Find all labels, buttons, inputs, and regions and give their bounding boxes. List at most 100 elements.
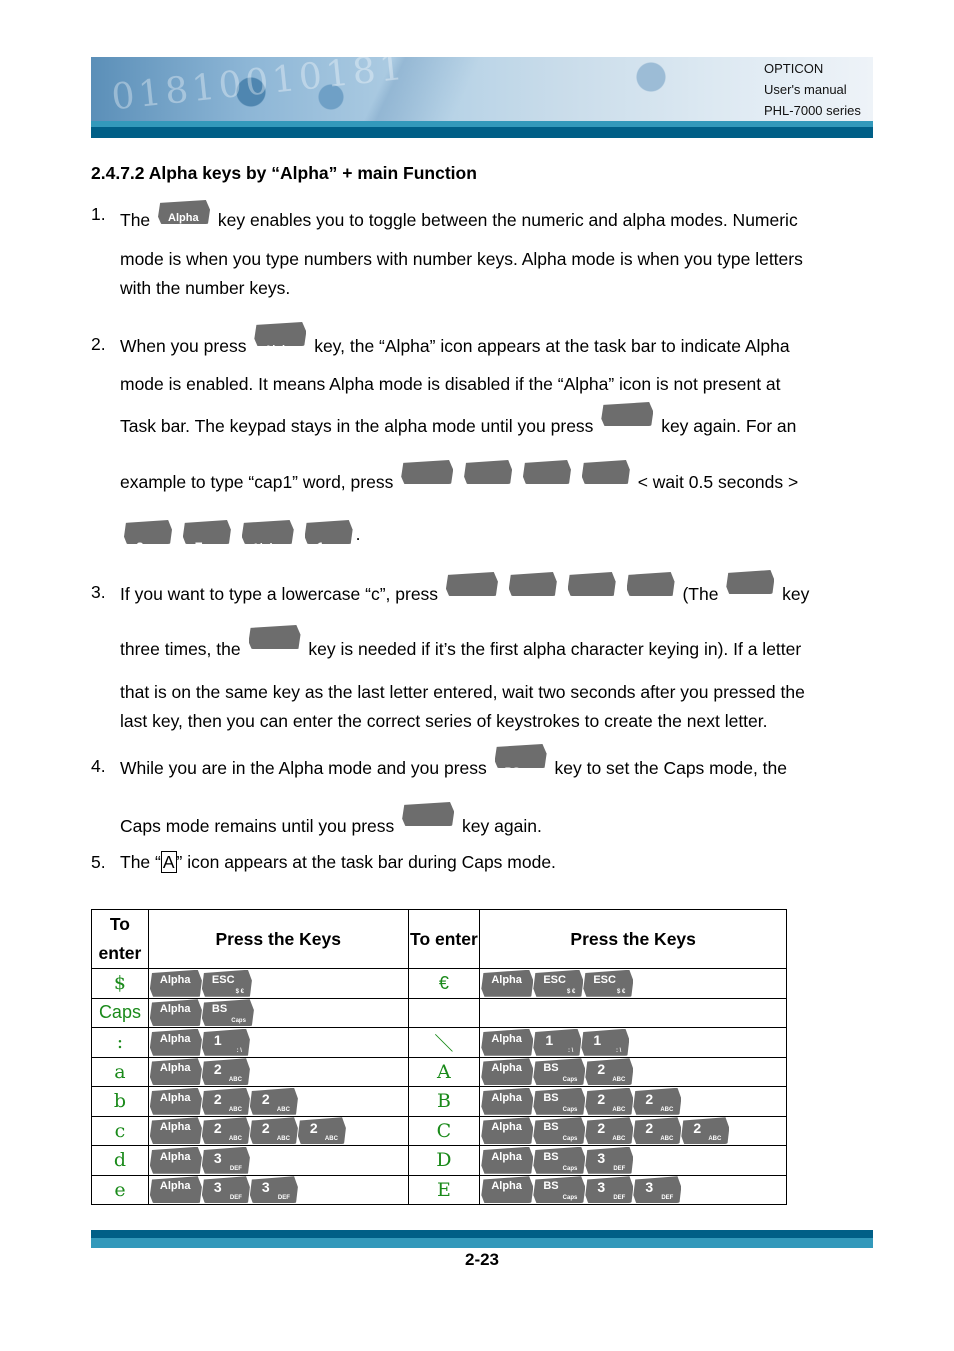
- key-label: ESC: [543, 973, 566, 986]
- key-label: 7: [194, 539, 203, 555]
- key-sequence-cell: Alpha ESC $ € ESC $ €: [479, 968, 787, 999]
- item-number: 2.: [91, 334, 106, 354]
- key-label: 1: [593, 1031, 602, 1048]
- key-label: Alpha: [491, 1180, 522, 1193]
- key-sublabel: ABC: [228, 1136, 242, 1143]
- key-2-icon: 2 ABC: [464, 460, 513, 484]
- header-company: OPTICON: [764, 61, 824, 76]
- list-item-4: 4. While you are in the Alpha mode and y…: [91, 744, 881, 850]
- key-label: 2: [309, 1120, 318, 1137]
- footer-stripe-dark: [91, 1230, 873, 1238]
- key-label: BS: [543, 1180, 559, 1193]
- key-sequence-cell: Alpha 2 ABC 2 ABC: [147, 1086, 409, 1117]
- bs-caps-key-icon: BS Caps: [533, 1087, 586, 1115]
- key-sublabel: DEF: [661, 1195, 674, 1202]
- alpha-key-icon: Alpha: [149, 1117, 202, 1145]
- to-enter-cell: d: [91, 1145, 149, 1176]
- key-sublabel: Caps: [562, 1195, 578, 1202]
- key-label: Alpha: [168, 212, 199, 224]
- alpha-key-icon: Alpha: [481, 1146, 534, 1174]
- to-enter-cell: E: [407, 1174, 481, 1205]
- key-2-icon: 2 ABC: [581, 460, 630, 484]
- key-label: 2: [261, 1120, 270, 1137]
- key-2-icon: 2 ABC: [522, 460, 571, 484]
- key-label: BS: [543, 1121, 559, 1134]
- key-2-icon: 2 ABC: [249, 1087, 298, 1115]
- item-text: key to set the Caps mode, the: [554, 758, 788, 778]
- key-sublabel: : \: [615, 1047, 622, 1054]
- key-label: 2: [261, 1090, 270, 1107]
- header-series: PHL-7000 series: [764, 103, 861, 118]
- table-row: Caps Alpha BS Caps: [91, 997, 787, 1028]
- key-sublabel: : \: [567, 1047, 574, 1054]
- key-label: Alpha: [159, 1121, 191, 1134]
- item-text: three times, the: [120, 639, 241, 659]
- key-sequence-cell: [479, 997, 787, 1028]
- item-text: key again. For an: [661, 416, 797, 436]
- bs-caps-key-icon: BS Caps: [533, 1146, 586, 1174]
- to-enter-cell: Caps: [91, 997, 149, 1028]
- key-1-icon: 1: \: [304, 520, 353, 544]
- to-enter-cell: A: [407, 1056, 481, 1087]
- key-label: 3: [645, 1179, 654, 1196]
- to-enter-cell: a: [91, 1056, 149, 1087]
- to-enter-cell: ＼: [407, 1027, 481, 1058]
- key-label: Alpha: [159, 1150, 191, 1163]
- key-3-icon: 3 DEF: [633, 1176, 682, 1204]
- item-number: 4.: [91, 756, 106, 776]
- key-sublabel: DEF: [229, 1195, 242, 1202]
- key-7-icon: 7 PQRS: [182, 520, 231, 544]
- alpha-key-icon: Alpha: [481, 1087, 534, 1115]
- alpha-key-icon: Alpha: [149, 1028, 202, 1056]
- key-2-icon: 2 ABC: [726, 570, 775, 594]
- key-label: 3: [213, 1149, 222, 1166]
- key-sublabel: DEF: [277, 1195, 290, 1202]
- item-text: key, the “Alpha” icon appears at the tas…: [314, 336, 790, 356]
- item-text: key enables you to toggle between the nu…: [217, 210, 798, 230]
- key-sequence-cell: Alpha 3 DEF: [147, 1145, 409, 1176]
- header-text: OPTICON User's manual PHL-7000 series: [764, 58, 861, 121]
- key-label: Alpha: [491, 973, 522, 986]
- key-sublabel: Caps: [562, 1106, 578, 1113]
- key-2-icon: 2 ABC: [201, 1117, 250, 1145]
- key-2-icon: 2 ABC: [297, 1117, 346, 1145]
- key-sequence-cell: Alpha BS Caps 2 ABC: [479, 1056, 787, 1087]
- key-label: 2: [645, 1120, 654, 1137]
- key-label: Alpha: [491, 1032, 522, 1045]
- item-text: If you want to type a lowercase “c”, pre…: [120, 584, 439, 604]
- alpha-key-icon: Alpha: [241, 520, 294, 544]
- key-sublabel: Caps: [562, 1165, 578, 1172]
- key-label: Alpha: [491, 1121, 522, 1134]
- to-enter-cell: c: [91, 1115, 149, 1146]
- page-number: 2-23: [464, 1250, 500, 1269]
- key-label: Alpha: [159, 973, 191, 986]
- key-sequence-cell: Alpha 2 ABC 2 ABC 2 ABC: [147, 1115, 409, 1146]
- key-label: Alpha: [491, 1091, 522, 1104]
- item-text: key: [782, 584, 810, 604]
- item-number: 1.: [91, 204, 106, 224]
- key-2-icon: 2 ABC: [633, 1117, 682, 1145]
- item-text: .: [355, 524, 361, 544]
- key-1-icon: 1: \: [201, 1028, 250, 1056]
- alpha-key-icon: Alpha: [481, 969, 534, 997]
- to-enter-cell: D: [407, 1145, 481, 1176]
- key-label: 2: [213, 1120, 222, 1137]
- instruction-list: 1. The Alpha key enables you to toggle b…: [91, 200, 881, 877]
- alpha-key-icon: Alpha: [248, 625, 301, 649]
- item-text: (The: [682, 584, 719, 604]
- item-text: example to type “cap1” word, press: [120, 472, 394, 492]
- key-label: BS: [504, 766, 520, 778]
- key-sublabel: DEF: [613, 1195, 626, 1202]
- table-row: : Alpha 1: \ ＼ Alpha 1: \ 1: \: [91, 1027, 787, 1058]
- list-item-2: 2. When you press Alpha key, the “Alpha”…: [91, 322, 881, 558]
- key-2-icon: 2 ABC: [585, 1058, 634, 1086]
- key-sequence-cell: Alpha BS Caps 2 ABC 2 ABC 2 ABC: [479, 1115, 787, 1146]
- key-2-icon: 2 ABC: [201, 1087, 250, 1115]
- item-text: While you are in the Alpha mode and you …: [120, 758, 487, 778]
- esc-key-icon: ESC $ €: [201, 969, 252, 997]
- key-sublabel: ABC: [276, 1106, 290, 1113]
- alpha-key-table: To enter Press the Keys To enter Press t…: [91, 909, 787, 1205]
- alpha-key-icon: Alpha: [149, 969, 202, 997]
- key-label: Alpha: [159, 1062, 191, 1075]
- alpha-key-icon: Alpha: [149, 1087, 202, 1115]
